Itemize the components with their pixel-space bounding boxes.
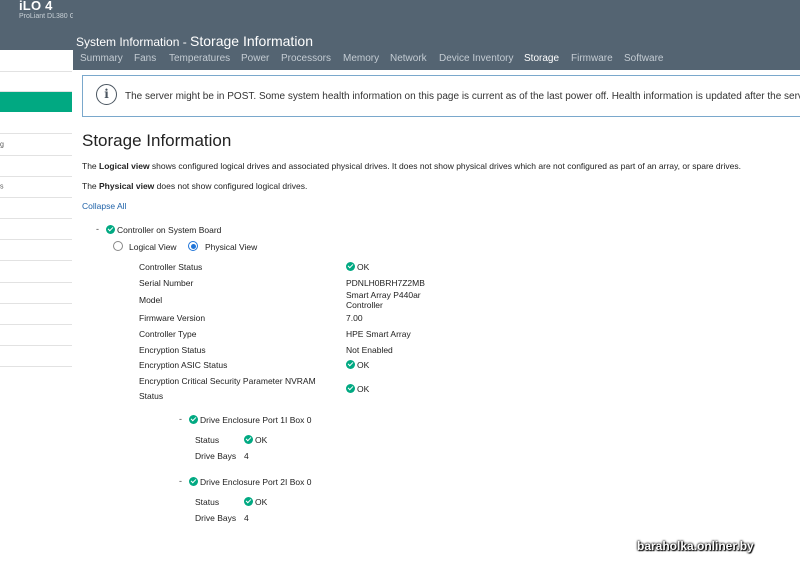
post-alert: i The server might be in POST. Some syst… (82, 75, 800, 117)
csp-nvram-status-label-line2: Status (139, 391, 164, 401)
tab-fans[interactable]: Fans (134, 53, 156, 64)
encryption-asic-status-label: Encryption ASIC Status (139, 360, 228, 370)
controller-type-label: Controller Type (139, 329, 197, 339)
sidebar-item[interactable] (0, 50, 72, 72)
tab-firmware[interactable]: Firmware (571, 53, 613, 64)
controller-name: Controller on System Board (117, 225, 222, 235)
firmware-version-value: 7.00 (346, 313, 363, 323)
encryption-asic-status-value: OK (357, 360, 370, 370)
physical-view-radio[interactable] (188, 241, 198, 251)
ok-status-icon (346, 384, 355, 393)
serial-number-label: Serial Number (139, 278, 194, 288)
logical-view-radio[interactable] (113, 241, 123, 251)
enclosure-status-label: Status (195, 497, 220, 507)
alert-text: The server might be in POST. Some system… (125, 91, 800, 102)
sidebar-item[interactable] (0, 282, 72, 304)
heading-title: Storage Information (190, 33, 314, 49)
tab-software[interactable]: Software (624, 53, 663, 64)
model-value-line1: Smart Array P440ar (346, 290, 421, 300)
model-value-line2: Controller (346, 300, 383, 310)
drive-bays-value: 4 (244, 451, 249, 461)
tab-network[interactable]: Network (390, 53, 427, 64)
tab-memory[interactable]: Memory (343, 53, 379, 64)
tab-processors[interactable]: Processors (281, 53, 331, 64)
sidebar-item-active[interactable] (0, 92, 72, 112)
sidebar-item[interactable]: g (0, 134, 72, 156)
sidebar-item[interactable] (0, 155, 72, 177)
enclosure-collapse-toggle[interactable]: - (179, 414, 182, 424)
drive-bays-label: Drive Bays (195, 513, 237, 523)
physical-view-description: The Physical view does not show configur… (82, 181, 308, 191)
encryption-status-label: Encryption Status (139, 345, 206, 355)
sidebar-item[interactable] (0, 239, 72, 261)
enclosure-name: Drive Enclosure Port 1I Box 0 (200, 415, 312, 425)
serial-number-value: PDNLH0BRH7Z2MB (346, 278, 425, 288)
sidebar-item[interactable] (0, 345, 72, 367)
drive-bays-value: 4 (244, 513, 249, 523)
sidebar-item[interactable] (0, 324, 72, 346)
ok-status-icon (244, 497, 253, 506)
tab-summary[interactable]: Summary (80, 53, 123, 64)
model-label: Model (139, 295, 163, 305)
controller-type-value: HPE Smart Array (346, 329, 411, 339)
tab-storage[interactable]: Storage (524, 53, 559, 64)
ok-status-icon (346, 262, 355, 271)
drive-bays-label: Drive Bays (195, 451, 237, 461)
info-icon: i (96, 84, 117, 105)
controller-status-value: OK (357, 262, 370, 272)
ok-status-icon (189, 415, 198, 424)
logical-view-label: Logical View (129, 242, 177, 252)
csp-nvram-status-value: OK (357, 384, 370, 394)
sidebar-item[interactable]: s (0, 176, 72, 198)
app-title: iLO 4 (19, 0, 53, 13)
enclosure-status-value: OK (255, 435, 268, 445)
controller-collapse-toggle[interactable]: - (96, 224, 99, 234)
tab-temperatures[interactable]: Temperatures (169, 53, 230, 64)
watermark: baraholka.onliner.by (637, 539, 754, 553)
content-area: i The server might be in POST. Some syst… (73, 70, 800, 568)
ok-status-icon (346, 360, 355, 369)
ok-status-icon (189, 477, 198, 486)
sidebar: g s (0, 50, 74, 568)
ok-status-icon (106, 225, 115, 234)
enclosure-status-label: Status (195, 435, 220, 445)
ok-status-icon (244, 435, 253, 444)
encryption-status-value: Not Enabled (346, 345, 393, 355)
sidebar-item[interactable] (0, 218, 72, 240)
page-heading: System Information - Storage Information (76, 33, 313, 51)
sidebar-item[interactable] (0, 260, 72, 283)
csp-nvram-status-label-line1: Encryption Critical Security Parameter N… (139, 376, 316, 386)
logical-view-description: The Logical view shows configured logica… (82, 161, 741, 171)
heading-prefix: System Information - (76, 35, 191, 49)
main-header: System Information - Storage Information… (73, 0, 800, 70)
firmware-version-label: Firmware Version (139, 313, 206, 323)
sidebar-item[interactable] (0, 303, 72, 325)
sidebar-item[interactable] (0, 112, 72, 134)
physical-view-label: Physical View (205, 242, 258, 252)
tab-device-inventory[interactable]: Device Inventory (439, 53, 513, 64)
page-title: Storage Information (82, 131, 232, 150)
sidebar-item[interactable] (0, 197, 72, 219)
enclosure-status-value: OK (255, 497, 268, 507)
tab-power[interactable]: Power (241, 53, 269, 64)
enclosure-name: Drive Enclosure Port 2I Box 0 (200, 477, 312, 487)
controller-status-label: Controller Status (139, 262, 203, 272)
sidebar-item[interactable] (0, 71, 72, 92)
collapse-all-link[interactable]: Collapse All (82, 201, 126, 211)
enclosure-collapse-toggle[interactable]: - (179, 476, 182, 486)
